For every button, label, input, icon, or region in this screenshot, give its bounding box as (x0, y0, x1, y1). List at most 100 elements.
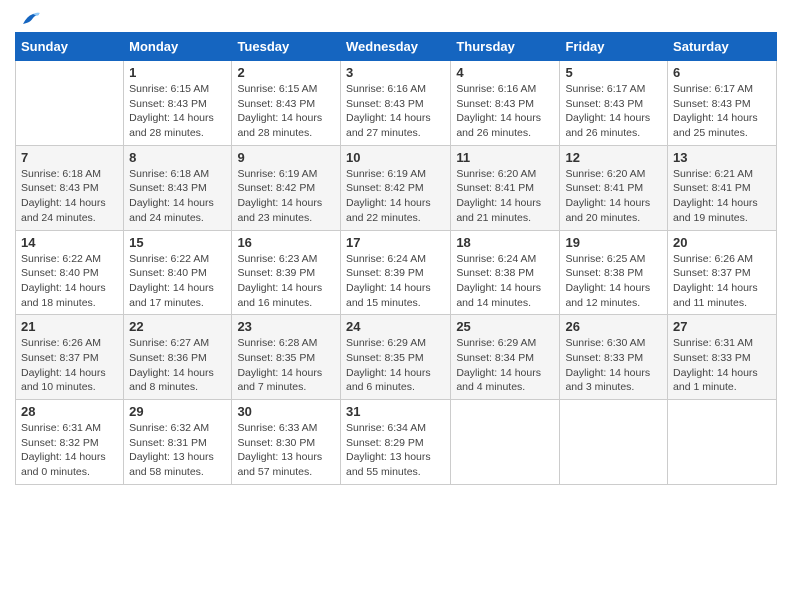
day-number: 24 (346, 319, 445, 334)
day-number: 27 (673, 319, 771, 334)
calendar-cell: 13 Sunrise: 6:21 AM Sunset: 8:41 PM Dayli… (668, 145, 777, 230)
calendar-cell: 7Sunrise: 6:18 AM Sunset: 8:43 PM Daylig… (16, 145, 124, 230)
calendar-cell: 10 Sunrise: 6:19 AM Sunset: 8:42 PM Dayli… (340, 145, 450, 230)
day-info: Sunrise: 6:18 AM Sunset: 8:43 PM Dayligh… (21, 167, 118, 226)
day-number: 30 (237, 404, 335, 419)
day-info: Sunrise: 6:31 AM Sunset: 8:33 PM Dayligh… (673, 336, 771, 395)
day-info: Sunrise: 6:15 AM Sunset: 8:43 PM Dayligh… (129, 82, 226, 141)
calendar-header-friday: Friday (560, 33, 668, 61)
calendar-cell (451, 400, 560, 485)
day-info: Sunrise: 6:19 AM Sunset: 8:42 PM Dayligh… (346, 167, 445, 226)
day-info: Sunrise: 6:17 AM Sunset: 8:43 PM Dayligh… (673, 82, 771, 141)
day-number: 20 (673, 235, 771, 250)
day-number: 6 (673, 65, 771, 80)
day-info: Sunrise: 6:31 AM Sunset: 8:32 PM Dayligh… (21, 421, 118, 480)
day-info: Sunrise: 6:32 AM Sunset: 8:31 PM Dayligh… (129, 421, 226, 480)
calendar-cell: 16Sunrise: 6:23 AM Sunset: 8:39 PM Dayli… (232, 230, 341, 315)
day-number: 17 (346, 235, 445, 250)
calendar-cell: 24Sunrise: 6:29 AM Sunset: 8:35 PM Dayli… (340, 315, 450, 400)
day-number: 29 (129, 404, 226, 419)
calendar-cell: 26 Sunrise: 6:30 AM Sunset: 8:33 PM Dayli… (560, 315, 668, 400)
calendar-cell: 29 Sunrise: 6:32 AM Sunset: 8:31 PM Dayli… (124, 400, 232, 485)
day-info: Sunrise: 6:18 AM Sunset: 8:43 PM Dayligh… (129, 167, 226, 226)
day-info: Sunrise: 6:29 AM Sunset: 8:34 PM Dayligh… (456, 336, 554, 395)
day-info: Sunrise: 6:15 AM Sunset: 8:43 PM Dayligh… (237, 82, 335, 141)
day-number: 21 (21, 319, 118, 334)
calendar-cell: 3 Sunrise: 6:16 AM Sunset: 8:43 PM Daylig… (340, 61, 450, 146)
day-number: 22 (129, 319, 226, 334)
day-info: Sunrise: 6:27 AM Sunset: 8:36 PM Dayligh… (129, 336, 226, 395)
day-number: 31 (346, 404, 445, 419)
day-number: 3 (346, 65, 445, 80)
day-number: 13 (673, 150, 771, 165)
logo-bird-icon (19, 10, 41, 28)
day-info: Sunrise: 6:22 AM Sunset: 8:40 PM Dayligh… (129, 252, 226, 311)
day-number: 10 (346, 150, 445, 165)
calendar-cell: 15Sunrise: 6:22 AM Sunset: 8:40 PM Dayli… (124, 230, 232, 315)
day-number: 26 (565, 319, 662, 334)
day-info: Sunrise: 6:19 AM Sunset: 8:42 PM Dayligh… (237, 167, 335, 226)
calendar-cell: 11 Sunrise: 6:20 AM Sunset: 8:41 PM Dayli… (451, 145, 560, 230)
calendar-week-row: 28 Sunrise: 6:31 AM Sunset: 8:32 PM Dayli… (16, 400, 777, 485)
day-info: Sunrise: 6:23 AM Sunset: 8:39 PM Dayligh… (237, 252, 335, 311)
day-number: 9 (237, 150, 335, 165)
day-number: 23 (237, 319, 335, 334)
calendar-table: SundayMondayTuesdayWednesdayThursdayFrid… (15, 32, 777, 485)
day-number: 28 (21, 404, 118, 419)
calendar-cell: 17Sunrise: 6:24 AM Sunset: 8:39 PM Dayli… (340, 230, 450, 315)
day-number: 4 (456, 65, 554, 80)
calendar-cell: 19 Sunrise: 6:25 AM Sunset: 8:38 PM Dayli… (560, 230, 668, 315)
day-info: Sunrise: 6:17 AM Sunset: 8:43 PM Dayligh… (565, 82, 662, 141)
day-info: Sunrise: 6:21 AM Sunset: 8:41 PM Dayligh… (673, 167, 771, 226)
day-info: Sunrise: 6:30 AM Sunset: 8:33 PM Dayligh… (565, 336, 662, 395)
day-info: Sunrise: 6:25 AM Sunset: 8:38 PM Dayligh… (565, 252, 662, 311)
page-header (15, 10, 777, 24)
day-info: Sunrise: 6:28 AM Sunset: 8:35 PM Dayligh… (237, 336, 335, 395)
calendar-cell: 23 Sunrise: 6:28 AM Sunset: 8:35 PM Dayli… (232, 315, 341, 400)
calendar-cell: 5 Sunrise: 6:17 AM Sunset: 8:43 PM Daylig… (560, 61, 668, 146)
calendar-week-row: 1 Sunrise: 6:15 AM Sunset: 8:43 PM Daylig… (16, 61, 777, 146)
calendar-header-wednesday: Wednesday (340, 33, 450, 61)
calendar-cell: 31 Sunrise: 6:34 AM Sunset: 8:29 PM Dayli… (340, 400, 450, 485)
day-number: 18 (456, 235, 554, 250)
calendar-cell: 12Sunrise: 6:20 AM Sunset: 8:41 PM Dayli… (560, 145, 668, 230)
calendar-cell: 14 Sunrise: 6:22 AM Sunset: 8:40 PM Dayli… (16, 230, 124, 315)
calendar-cell: 1 Sunrise: 6:15 AM Sunset: 8:43 PM Daylig… (124, 61, 232, 146)
calendar-header-saturday: Saturday (668, 33, 777, 61)
logo (15, 10, 41, 24)
calendar-header-thursday: Thursday (451, 33, 560, 61)
calendar-week-row: 21 Sunrise: 6:26 AM Sunset: 8:37 PM Dayli… (16, 315, 777, 400)
day-number: 5 (565, 65, 662, 80)
calendar-cell: 21 Sunrise: 6:26 AM Sunset: 8:37 PM Dayli… (16, 315, 124, 400)
day-info: Sunrise: 6:26 AM Sunset: 8:37 PM Dayligh… (673, 252, 771, 311)
day-info: Sunrise: 6:16 AM Sunset: 8:43 PM Dayligh… (346, 82, 445, 141)
day-info: Sunrise: 6:22 AM Sunset: 8:40 PM Dayligh… (21, 252, 118, 311)
day-number: 8 (129, 150, 226, 165)
day-info: Sunrise: 6:24 AM Sunset: 8:38 PM Dayligh… (456, 252, 554, 311)
day-number: 11 (456, 150, 554, 165)
calendar-header-monday: Monday (124, 33, 232, 61)
day-info: Sunrise: 6:20 AM Sunset: 8:41 PM Dayligh… (456, 167, 554, 226)
calendar-header-row: SundayMondayTuesdayWednesdayThursdayFrid… (16, 33, 777, 61)
calendar-cell: 22 Sunrise: 6:27 AM Sunset: 8:36 PM Dayli… (124, 315, 232, 400)
calendar-cell: 9 Sunrise: 6:19 AM Sunset: 8:42 PM Daylig… (232, 145, 341, 230)
calendar-week-row: 7Sunrise: 6:18 AM Sunset: 8:43 PM Daylig… (16, 145, 777, 230)
calendar-cell: 20 Sunrise: 6:26 AM Sunset: 8:37 PM Dayli… (668, 230, 777, 315)
calendar-header-tuesday: Tuesday (232, 33, 341, 61)
day-info: Sunrise: 6:34 AM Sunset: 8:29 PM Dayligh… (346, 421, 445, 480)
calendar-cell: 25Sunrise: 6:29 AM Sunset: 8:34 PM Dayli… (451, 315, 560, 400)
calendar-cell: 8 Sunrise: 6:18 AM Sunset: 8:43 PM Daylig… (124, 145, 232, 230)
calendar-cell (16, 61, 124, 146)
day-number: 14 (21, 235, 118, 250)
day-info: Sunrise: 6:26 AM Sunset: 8:37 PM Dayligh… (21, 336, 118, 395)
calendar-week-row: 14 Sunrise: 6:22 AM Sunset: 8:40 PM Dayli… (16, 230, 777, 315)
day-info: Sunrise: 6:20 AM Sunset: 8:41 PM Dayligh… (565, 167, 662, 226)
day-number: 1 (129, 65, 226, 80)
calendar-cell (560, 400, 668, 485)
day-number: 2 (237, 65, 335, 80)
calendar-cell: 18 Sunrise: 6:24 AM Sunset: 8:38 PM Dayli… (451, 230, 560, 315)
day-number: 19 (565, 235, 662, 250)
day-info: Sunrise: 6:33 AM Sunset: 8:30 PM Dayligh… (237, 421, 335, 480)
calendar-cell: 30 Sunrise: 6:33 AM Sunset: 8:30 PM Dayli… (232, 400, 341, 485)
calendar-cell: 6 Sunrise: 6:17 AM Sunset: 8:43 PM Daylig… (668, 61, 777, 146)
